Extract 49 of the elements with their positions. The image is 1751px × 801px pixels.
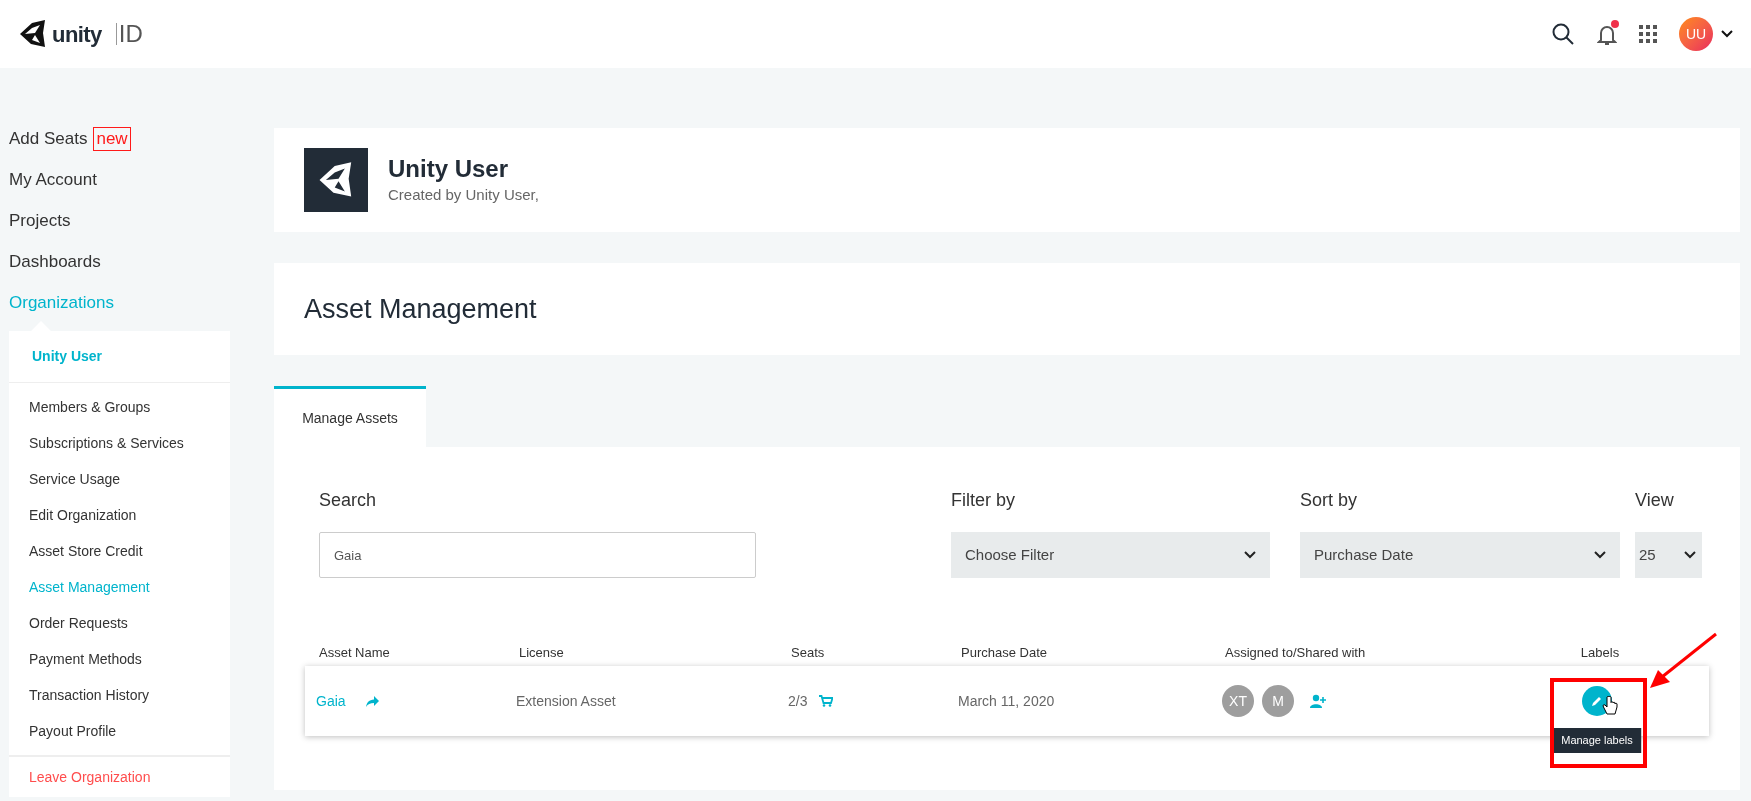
chevron-down-icon	[1244, 551, 1256, 559]
filter-label: Search	[319, 489, 378, 512]
submenu-item[interactable]: Service Usage	[29, 468, 121, 490]
profile-subtitle: Created by Unity User,	[388, 184, 539, 205]
table-cell: March 11, 2020	[958, 693, 1055, 709]
sidebar-item[interactable]: Dashboards	[9, 248, 101, 275]
dropdown[interactable]: 25	[1635, 532, 1702, 578]
sidebar-item[interactable]: Projects	[9, 207, 71, 234]
sidebar-item[interactable]: Add Seats	[9, 125, 88, 152]
chevron-down-icon[interactable]	[1721, 30, 1733, 38]
submenu-item[interactable]: Transaction History	[29, 684, 150, 706]
sidebar-item[interactable]: My Account	[9, 166, 97, 193]
table-cell: Extension Asset	[516, 693, 616, 709]
page-title: Asset Management	[304, 292, 537, 326]
logo-wordmark: unity	[52, 20, 102, 49]
table-cell-text: 2/3	[788, 691, 808, 711]
submenu-item[interactable]: Payment Methods	[29, 648, 142, 670]
new-badge: new	[93, 126, 131, 151]
search-field[interactable]: Gaia	[319, 532, 756, 578]
column-header: Asset Name	[319, 644, 391, 663]
search-icon[interactable]	[1551, 22, 1575, 46]
chevron-down-icon	[1684, 551, 1696, 559]
profile-name: Unity User	[388, 153, 510, 184]
submenu-item[interactable]: Asset Store Credit	[29, 540, 143, 562]
logo-suffix: ID	[118, 19, 143, 49]
tooltip: Manage labels	[1553, 728, 1641, 753]
filter-label: Filter by	[951, 489, 1016, 512]
pencil-icon	[1591, 695, 1603, 707]
submenu-item[interactable]: Members & Groups	[29, 396, 151, 418]
filter-label: View	[1635, 489, 1675, 512]
dropdown[interactable]: Choose Filter	[951, 532, 1270, 578]
submenu-item[interactable]: Edit Organization	[29, 504, 137, 526]
organization-logo-icon	[304, 148, 368, 212]
column-header: Labels	[1579, 644, 1621, 663]
chevron-down-icon	[1594, 551, 1606, 559]
column-header: License	[519, 644, 565, 663]
apps-grid-icon[interactable]	[1639, 25, 1657, 43]
dropdown[interactable]: Purchase Date	[1300, 532, 1620, 578]
unity-logo-icon	[18, 19, 48, 49]
submenu-item[interactable]: Payout Profile	[29, 720, 117, 742]
column-header: Assigned to/Shared with	[1225, 644, 1367, 663]
column-header: Purchase Date	[961, 644, 1048, 663]
tab[interactable]: Manage Assets	[274, 386, 426, 447]
submenu-item[interactable]: Order Requests	[29, 612, 128, 634]
user-avatar: M	[1262, 685, 1294, 717]
filter-label: Sort by	[1300, 489, 1359, 512]
submenu-item[interactable]: Subscriptions & Services	[29, 432, 184, 454]
user-avatar: XT	[1222, 685, 1254, 717]
column-header: Seats	[791, 644, 826, 663]
